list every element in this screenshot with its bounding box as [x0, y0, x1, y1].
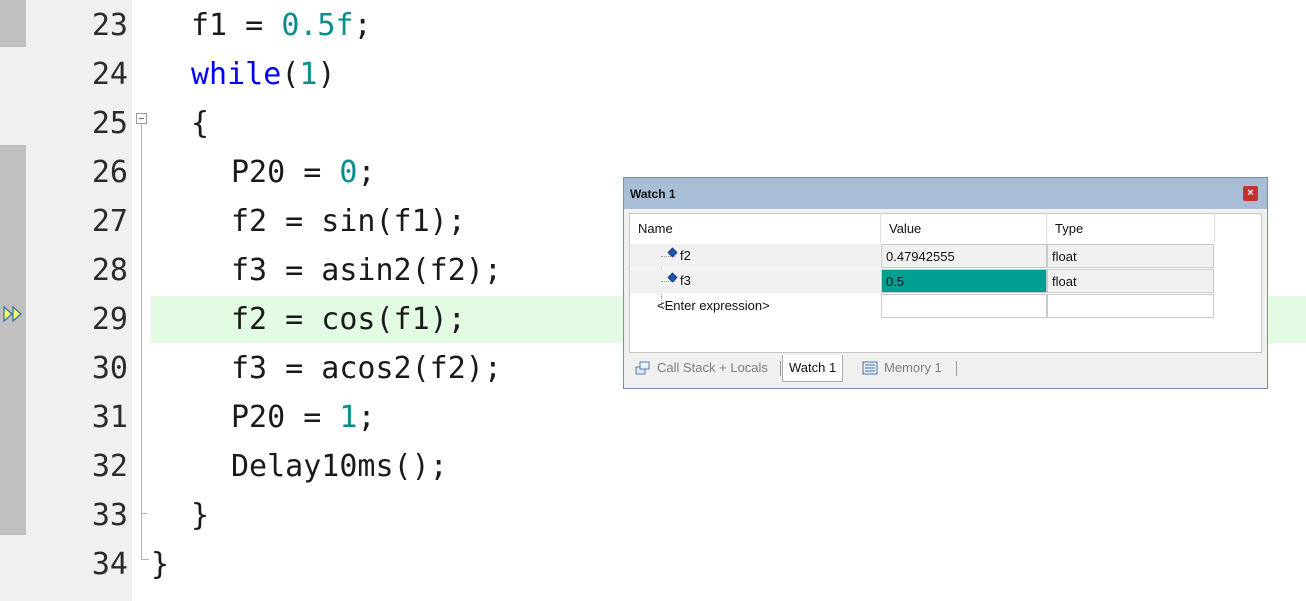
- code-token: P20 =: [231, 400, 340, 435]
- line-number: 25: [91, 106, 128, 141]
- watch-row-value[interactable]: [881, 294, 1047, 318]
- code-text[interactable]: P20 = 0;: [231, 148, 376, 197]
- fold-collapse-icon[interactable]: [136, 113, 147, 124]
- column-header-name[interactable]: Name: [630, 214, 881, 243]
- tab-label: Watch 1: [789, 360, 837, 375]
- tab-label: Memory 1: [884, 360, 942, 375]
- code-text[interactable]: P20 = 1;: [231, 393, 376, 442]
- code-token: P20 =: [231, 155, 340, 190]
- code-token: ;: [357, 400, 376, 435]
- code-text[interactable]: while(1): [191, 50, 336, 99]
- watch-row[interactable]: f3 0.5 float: [630, 269, 1216, 294]
- tab-memory-1[interactable]: Memory 1: [856, 355, 948, 381]
- line-number: 32: [91, 449, 128, 484]
- tab-label: Call Stack + Locals: [657, 360, 768, 375]
- number-token: 0: [339, 155, 358, 190]
- line-number: 24: [91, 57, 128, 92]
- watch-grid[interactable]: Name Value Type f2 0.47942555 float f3 0…: [629, 213, 1262, 353]
- code-line[interactable]: 32 Delay10ms();: [0, 442, 1306, 491]
- code-token: (: [281, 57, 300, 92]
- line-number: 30: [91, 351, 128, 386]
- tab-separator: [780, 361, 781, 376]
- code-line[interactable]: 34}: [0, 540, 1306, 589]
- watch-row[interactable]: f2 0.47942555 float: [630, 244, 1216, 269]
- code-text[interactable]: {: [191, 99, 209, 148]
- watch-title-bar[interactable]: Watch 1 ×: [624, 178, 1267, 209]
- code-text[interactable]: f2 = cos(f1);: [231, 295, 466, 344]
- line-number: 29: [91, 302, 128, 337]
- number-token: 1: [339, 400, 358, 435]
- code-line[interactable]: 23 f1 = 0.5f;: [0, 1, 1306, 50]
- column-header-type[interactable]: Type: [1047, 214, 1215, 243]
- watch-tabbar: Call Stack + Locals Watch 1 Memory 1: [629, 355, 1262, 382]
- code-token: ;: [353, 8, 372, 43]
- line-number: 27: [91, 204, 128, 239]
- line-number: 23: [91, 8, 128, 43]
- code-text[interactable]: }: [191, 491, 209, 540]
- code-text[interactable]: f2 = sin(f1);: [231, 197, 466, 246]
- watch-row-value[interactable]: 0.47942555: [881, 244, 1047, 268]
- code-text[interactable]: f3 = asin2(f2);: [231, 246, 502, 295]
- line-number: 34: [91, 547, 128, 582]
- fold-guide: [141, 513, 147, 514]
- watch-row-name: f3: [680, 273, 691, 288]
- line-number: 31: [91, 400, 128, 435]
- close-icon[interactable]: ×: [1243, 186, 1258, 201]
- code-token: ;: [357, 155, 376, 190]
- watch-row-name-cell[interactable]: f2: [630, 244, 880, 268]
- fold-guide: [141, 559, 149, 560]
- code-token: f3 = acos2(f2);: [231, 351, 502, 386]
- code-token: f3 = asin2(f2);: [231, 253, 502, 288]
- code-text[interactable]: f1 = 0.5f;: [191, 1, 372, 50]
- call-stack-icon: [635, 361, 650, 375]
- watch-title: Watch 1: [630, 187, 676, 201]
- code-token: f1 =: [191, 8, 282, 43]
- code-token: ): [317, 57, 336, 92]
- code-text[interactable]: f3 = acos2(f2);: [231, 344, 502, 393]
- code-line[interactable]: 24 while(1): [0, 50, 1306, 99]
- code-token: }: [191, 498, 210, 533]
- watch-row-name-cell[interactable]: <Enter expression>: [630, 294, 880, 318]
- line-number: 33: [91, 498, 128, 533]
- execution-pointer-icon: [3, 305, 22, 323]
- code-text[interactable]: }: [151, 540, 169, 589]
- code-line[interactable]: 33}: [0, 491, 1306, 540]
- code-token: f2 = cos(f1);: [231, 302, 466, 337]
- tab-separator: [956, 361, 957, 376]
- code-line[interactable]: 25 {: [0, 99, 1306, 148]
- watch-row-name-cell[interactable]: f3: [630, 269, 880, 293]
- watch-window[interactable]: Watch 1 × Name Value Type f2 0.47942555 …: [623, 177, 1268, 389]
- code-token: Delay10ms();: [231, 449, 448, 484]
- code-token: {: [191, 106, 210, 141]
- tab-call-stack-locals[interactable]: Call Stack + Locals: [629, 355, 774, 381]
- code-text[interactable]: Delay10ms();: [231, 442, 448, 491]
- watch-row-type: float: [1047, 244, 1214, 268]
- line-number: 26: [91, 155, 128, 190]
- fold-guide: [141, 124, 142, 559]
- column-header-value[interactable]: Value: [881, 214, 1047, 243]
- line-number: 28: [91, 253, 128, 288]
- number-token: 0.5f: [281, 8, 354, 43]
- watch-row-type: float: [1047, 269, 1214, 293]
- code-token: f2 = sin(f1);: [231, 204, 466, 239]
- number-token: 1: [299, 57, 318, 92]
- watch-row-type: [1047, 294, 1214, 318]
- code-line[interactable]: 31 P20 = 1;: [0, 393, 1306, 442]
- watch-row-new[interactable]: <Enter expression>: [630, 294, 1216, 319]
- watch-row-name: f2: [680, 248, 691, 263]
- tab-watch-1[interactable]: Watch 1: [782, 355, 844, 382]
- memory-icon: [862, 361, 878, 375]
- code-token: }: [151, 547, 170, 582]
- watch-row-value-changed[interactable]: 0.5: [881, 269, 1047, 293]
- enter-expression-input[interactable]: <Enter expression>: [657, 294, 770, 318]
- keyword-token: while: [191, 57, 282, 92]
